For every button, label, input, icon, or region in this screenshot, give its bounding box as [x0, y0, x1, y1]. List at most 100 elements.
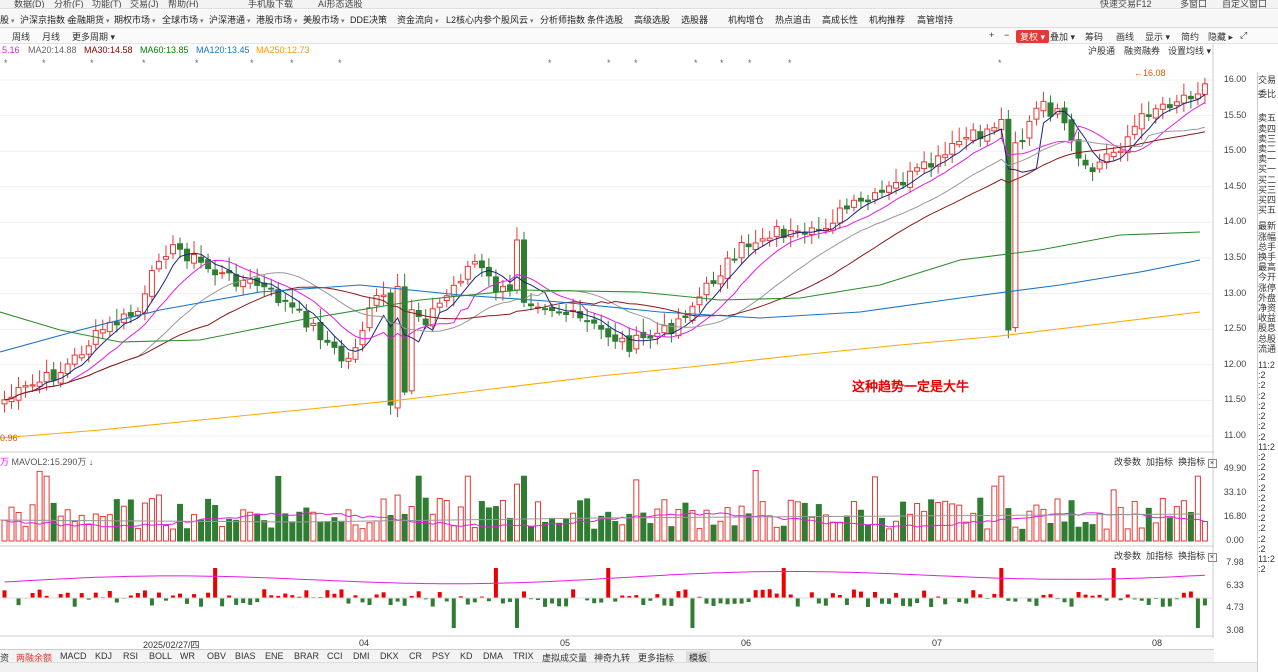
horizontal-scrollbar[interactable]	[0, 662, 1278, 672]
candle-body	[219, 272, 226, 275]
macd-bar	[381, 592, 386, 598]
indicator-tab[interactable]: BRAR	[294, 651, 319, 661]
candle-body	[1152, 108, 1159, 119]
axis-tick-label: 16.00	[1223, 74, 1247, 84]
macd-bar	[592, 598, 597, 604]
candle-body	[198, 256, 205, 263]
macd-signal-line	[4, 571, 1205, 585]
indicator-tab[interactable]: DMI	[353, 651, 370, 661]
quote-field-label: 交易	[1258, 75, 1277, 85]
top-menu-item[interactable]: 自定义窗口	[1222, 0, 1267, 8]
macd-bar	[788, 594, 793, 598]
indicator-tab[interactable]: BIAS	[235, 651, 256, 661]
volume-bar	[366, 522, 373, 542]
candle-body	[464, 265, 471, 280]
close-icon[interactable]: ×	[1207, 553, 1217, 562]
volume-bar	[219, 525, 226, 542]
volume-bar	[513, 483, 520, 542]
macd-add-indicator-button[interactable]: 加指标	[1146, 551, 1173, 561]
candle-body	[443, 295, 450, 302]
macd-bar	[1146, 598, 1151, 605]
indicator-tab[interactable]: MACD	[60, 651, 87, 661]
indicator-tab[interactable]: BOLL	[149, 651, 172, 661]
axis-tick-label: 12.50	[1223, 323, 1247, 334]
volume-bar	[155, 494, 162, 542]
candle-body	[155, 260, 162, 270]
candle-body	[1166, 104, 1173, 109]
macd-bar	[1160, 598, 1165, 607]
indicator-tab[interactable]: OBV	[207, 651, 226, 661]
indicator-tab[interactable]: WR	[180, 651, 195, 661]
volume-bar	[1131, 500, 1138, 542]
volume-bar	[738, 505, 745, 542]
candle-body	[900, 181, 907, 186]
indicator-tab[interactable]: CR	[409, 651, 422, 661]
candle-body	[556, 311, 563, 314]
indicator-tab[interactable]: DKX	[380, 651, 399, 661]
event-marker: *	[748, 58, 752, 68]
date-label: 08	[1152, 638, 1163, 648]
macd-bar	[1188, 591, 1193, 598]
candle-body	[738, 242, 745, 259]
indicator-tab[interactable]: PSY	[432, 651, 450, 661]
macd-bar	[178, 593, 182, 598]
vol-add-indicator-button[interactable]: 加指标	[1146, 457, 1173, 467]
quote-field-label: 买一	[1258, 164, 1277, 175]
macd-bar	[809, 592, 814, 598]
volume-bar	[394, 494, 401, 542]
quote-field-label: :2	[1258, 523, 1266, 534]
toolbar-button[interactable]: ⤢	[1240, 30, 1247, 41]
volume-bar	[998, 475, 1005, 542]
volume-bar	[682, 502, 689, 542]
quote-field-label: 委比	[1258, 89, 1277, 100]
volume-bar	[703, 509, 710, 542]
indicator-tab[interactable]: TRIX	[513, 651, 534, 661]
candle-body	[724, 257, 731, 280]
vol-switch-indicator-button[interactable]: 换指标	[1178, 457, 1205, 467]
macd-bar	[641, 598, 646, 605]
close-icon[interactable]: ×	[1207, 459, 1217, 468]
event-marker: *	[694, 58, 698, 68]
volume-bar	[148, 498, 155, 542]
volume-bar	[464, 475, 471, 542]
volume-bar	[1082, 521, 1089, 542]
volume-bar	[654, 508, 661, 542]
macd-bar	[662, 598, 667, 606]
candle-body	[1075, 139, 1082, 159]
volume-bar	[907, 513, 914, 542]
volume-bar	[345, 509, 352, 542]
indicator-tab[interactable]: ENE	[265, 651, 284, 661]
macd-bar	[1013, 598, 1018, 602]
volume-bar	[963, 521, 970, 542]
candle-body	[43, 372, 50, 383]
macd-bar	[388, 598, 393, 606]
macd-switch-indicator-button[interactable]: 换指标	[1178, 551, 1205, 561]
candle-body	[766, 237, 773, 242]
candle-body	[1061, 107, 1068, 124]
indicator-tab[interactable]: KDJ	[95, 651, 112, 661]
volume-bar	[338, 520, 345, 542]
candle-body	[857, 197, 864, 202]
indicator-tab[interactable]: KD	[460, 651, 473, 661]
macd-bar	[816, 598, 821, 604]
macd-bar	[507, 598, 512, 602]
volume-bar	[787, 499, 794, 542]
macd-bar	[992, 593, 997, 598]
candle-body	[612, 334, 619, 342]
candle-body	[745, 243, 752, 248]
indicator-tab[interactable]: CCI	[327, 651, 343, 661]
macd-change-params-button[interactable]: 改参数	[1114, 551, 1141, 561]
volume-bar	[563, 518, 570, 542]
indicator-tab[interactable]: DMA	[483, 651, 503, 661]
kline-chart[interactable]: * * * * * * * * * * * * * * * *	[0, 0, 1214, 638]
candle-body	[850, 199, 857, 208]
macd-bar	[142, 590, 147, 598]
vol-change-params-button[interactable]: 改参数	[1114, 457, 1141, 467]
macd-bar	[262, 589, 267, 598]
macd-bar	[725, 598, 730, 605]
macd-bar	[683, 589, 688, 598]
macd-bar	[978, 594, 983, 598]
macd-bar	[746, 598, 751, 602]
indicator-tab[interactable]: RSI	[123, 651, 138, 661]
candle-body	[1138, 113, 1145, 130]
